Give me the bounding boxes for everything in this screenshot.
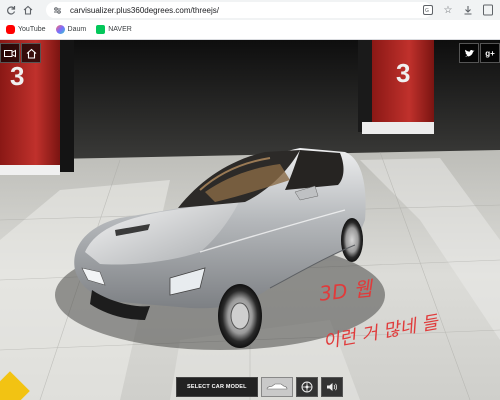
car-scene[interactable]: 3 3	[0, 40, 500, 400]
address-bar[interactable]: carvisualizer.plus360degrees.com/threejs…	[46, 2, 432, 18]
sound-icon[interactable]	[320, 377, 343, 397]
car-controls-bar: SELECT CAR MODEL	[176, 377, 343, 397]
car-silhouette-icon[interactable]	[260, 377, 293, 397]
bookmark-naver[interactable]: NAVER	[96, 25, 132, 34]
daum-icon	[55, 25, 65, 34]
bookmark-label: Daum	[67, 26, 87, 33]
naver-icon	[96, 25, 106, 34]
bookmark-label: NAVER	[108, 26, 132, 33]
site-info-icon[interactable]	[52, 5, 62, 15]
wheel-icon[interactable]	[295, 377, 318, 397]
reload-icon[interactable]	[4, 3, 18, 17]
svg-text:G: G	[425, 8, 429, 14]
google-plus-icon[interactable]: g+	[480, 43, 500, 63]
right-pillar: 3	[358, 40, 434, 134]
url-text: carvisualizer.plus360degrees.com/threejs…	[70, 5, 219, 15]
home-view-icon[interactable]	[21, 43, 41, 63]
select-car-model-button[interactable]: SELECT CAR MODEL	[176, 377, 258, 397]
profile-icon[interactable]	[482, 2, 494, 18]
translate-icon[interactable]: G	[422, 2, 434, 18]
bookmarks-bar: YouTube Daum NAVER	[0, 20, 500, 40]
stall-number: 3	[10, 61, 24, 91]
stall-number: 3	[396, 58, 410, 88]
bookmark-label: YouTube	[18, 26, 46, 33]
car-viewer[interactable]: 3 3 g+ 3D 웹 이런 거 많네 들 SELECT CAR MODEL	[0, 40, 500, 400]
browser-toolbar: carvisualizer.plus360degrees.com/threejs…	[0, 0, 500, 20]
bookmark-daum[interactable]: Daum	[55, 25, 87, 34]
twitter-icon[interactable]	[459, 43, 479, 63]
download-icon[interactable]	[462, 2, 474, 18]
home-icon[interactable]	[21, 3, 35, 17]
camera-icon[interactable]	[0, 43, 20, 63]
bookmark-youtube[interactable]: YouTube	[6, 25, 46, 34]
bookmark-star-icon[interactable]: ☆	[442, 2, 454, 18]
youtube-icon	[6, 25, 15, 34]
handwritten-annotation-line1: 3D 웹	[318, 276, 374, 306]
